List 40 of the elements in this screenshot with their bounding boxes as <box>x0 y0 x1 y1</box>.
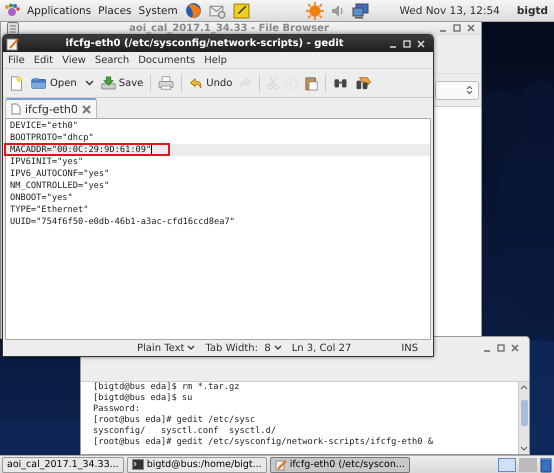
menu-item[interactable]: Search <box>94 54 130 66</box>
terminal-line: [root@bus eda]# gedit /etc/sysc <box>93 415 256 426</box>
code-line: IPV6_AUTOCONF="yes" <box>10 169 110 179</box>
window-title: ifcfg-eth0 (/etc/sysconfig/network-scripts) - gedit <box>64 38 345 49</box>
insert-mode: INS <box>401 342 418 354</box>
taskbar-button[interactable]: aoi_cal_2017.1_34.33... <box>2 456 124 472</box>
cursor-position: Ln 3, Col 27 <box>292 342 352 354</box>
text-editor[interactable]: DEVICE="eth0" BOOTPROTO="dhcp" MACADDR="00:0C:29:9D:61:09" IPV6INIT="yes" IPV6_AUTOCONF="yes" NM_CONTROLLED="yes" ONBOOT="yes" TYPE="Ethernet" UUID="754f6f50-e0db-46b1-a3ac-cfd16ccd8ea7" <box>5 118 431 340</box>
taskbar-button[interactable]: bigtd@bus:/home/bigt... <box>126 456 267 472</box>
panel-menu[interactable]: Places <box>98 4 132 16</box>
terminal-line: [bigtd@bus eda]$ rm *.tar.gz <box>93 382 240 393</box>
code-line: BOOTPROTO="dhcp" <box>10 133 94 143</box>
clock[interactable]: Wed Nov 13, 12:54 <box>399 4 500 16</box>
code-line: IPV6INIT="yes" <box>10 157 84 167</box>
undo-button[interactable]: Undo <box>186 72 236 94</box>
save-button[interactable]: Save <box>98 72 146 94</box>
menu-item[interactable]: Documents <box>138 54 196 66</box>
code-line: ONBOOT="yes" <box>10 193 73 203</box>
terminal-line: Password: <box>93 404 142 415</box>
menu-item[interactable]: View <box>62 54 86 66</box>
menu-item[interactable]: Help <box>204 54 228 66</box>
tab-width-selector[interactable]: Tab Width: 8 <box>205 342 282 354</box>
document-tab[interactable]: ifcfg-eth0 <box>5 98 97 118</box>
taskbar-button[interactable]: ifcfg-eth0 (/etc/syscon... <box>270 456 410 472</box>
menu-item[interactable]: File <box>8 54 25 66</box>
panel-menu[interactable]: Applications <box>27 4 92 16</box>
user-name[interactable]: bigtd <box>516 4 548 16</box>
terminal-line: [root@bus eda]# gedit /etc/sysconfig/network-scripts/ifcfg-eth0 & <box>93 437 434 448</box>
menu-item[interactable]: Edit <box>34 54 54 66</box>
code-line: TYPE="Ethernet" <box>10 205 88 215</box>
window-title: aoi_cal_2017.1_34.33 - File Browser <box>128 22 330 34</box>
terminal-line: [bigtd@bus eda]$ su <box>93 393 194 404</box>
terminal-line: sysconfig/ sysctl.conf sysctl.d/ <box>93 426 278 437</box>
language-selector[interactable]: Plain Text <box>137 342 196 354</box>
open-button[interactable]: Open <box>28 72 97 94</box>
code-line: DEVICE="eth0" <box>10 121 78 131</box>
panel-menu[interactable]: System <box>138 4 178 16</box>
code-line: NM_CONTROLLED="yes" <box>10 181 110 191</box>
code-line: UUID="754f6f50-e0db-46b1-a3ac-cfd16ccd8ea7" <box>10 217 235 227</box>
code-line: MACADDR="00:0C:29:9D:61:09" <box>10 145 152 155</box>
